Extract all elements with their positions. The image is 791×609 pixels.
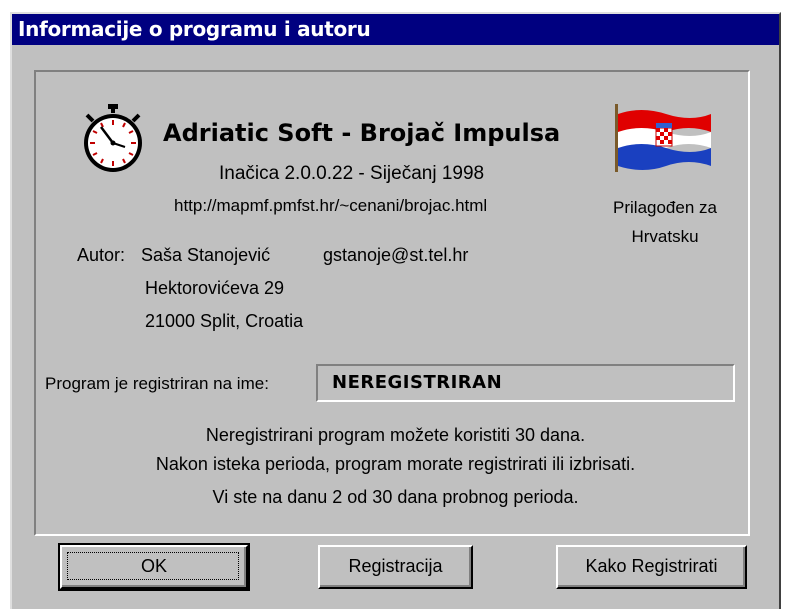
stopwatch-icon — [84, 104, 142, 172]
trial-day-counter: Vi ste na danu 2 od 30 dana probnog peri… — [212, 487, 579, 507]
trial-info-line-1: Neregistrirani program možete koristiti … — [205, 425, 586, 445]
version-text: Inačica 2.0.0.22 - Siječanj 1998 — [219, 163, 485, 184]
homepage-url: http://mapmf.pmfst.hr/~cenani/brojac.htm… — [174, 196, 488, 215]
app-title: Adriatic Soft - Brojač Impulsa — [163, 119, 561, 147]
croatian-flag-icon — [615, 104, 711, 172]
author-city: 21000 Split, Croatia — [145, 311, 304, 331]
registered-name-field: NEREGISTRIRAN — [316, 364, 735, 402]
ok-button-label: OK — [140, 556, 167, 576]
author-street: Hektorovićeva 29 — [145, 278, 285, 298]
registration-label: Program je registriran na ime: — [45, 374, 269, 393]
ok-button[interactable]: OK — [58, 543, 250, 591]
author-email: gstanoje@st.tel.hr — [323, 245, 469, 265]
register-button[interactable]: Registracija — [318, 545, 473, 589]
how-to-register-button[interactable]: Kako Registrirati — [556, 545, 747, 589]
trial-info-line-2: Nakon isteka perioda, program morate reg… — [155, 454, 636, 474]
window-title[interactable]: Informacije o programu i autoru — [12, 14, 779, 45]
author-name: Saša Stanojević — [141, 245, 271, 265]
localization-note: Prilagođen za Hrvatsku — [613, 198, 717, 246]
author-label: Autor: — [77, 245, 126, 265]
